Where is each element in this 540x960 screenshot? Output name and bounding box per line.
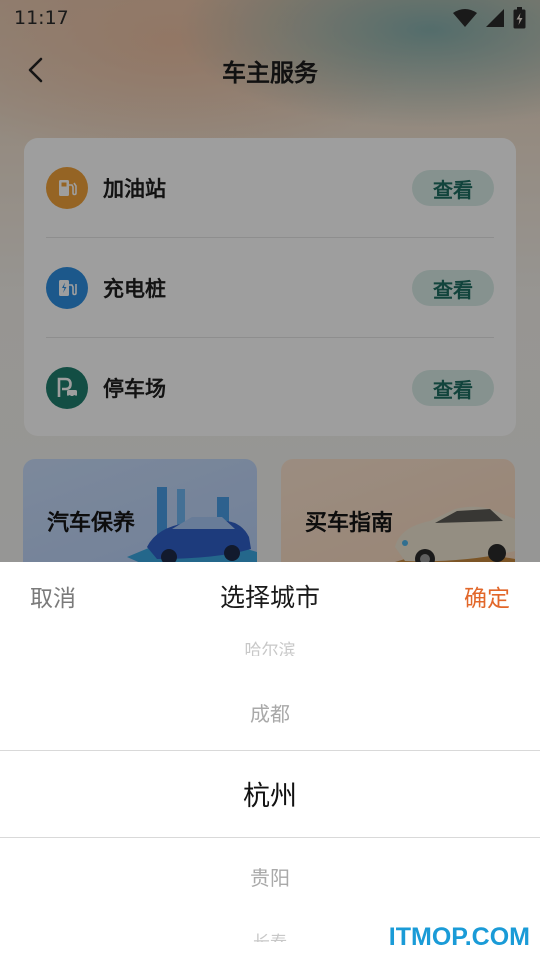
city-option[interactable]: 哈尔滨 bbox=[0, 640, 540, 656]
city-option[interactable]: 贵阳 bbox=[0, 862, 540, 891]
city-option[interactable]: 成都 bbox=[0, 698, 540, 727]
city-picker-sheet: 取消 选择城市 确定 哈尔滨 成都 杭州 贵阳 长春 bbox=[0, 562, 540, 960]
picker-title: 选择城市 bbox=[219, 583, 320, 612]
selection-line-top bbox=[0, 750, 540, 751]
city-wheel[interactable]: 哈尔滨 成都 杭州 贵阳 长春 bbox=[0, 628, 540, 960]
city-option-selected[interactable]: 杭州 bbox=[0, 774, 540, 813]
picker-header: 取消 选择城市 确定 bbox=[0, 562, 540, 628]
selection-line-bottom bbox=[0, 837, 540, 838]
watermark: ITMOP.COM bbox=[388, 923, 530, 951]
confirm-button[interactable]: 确定 bbox=[464, 579, 510, 613]
city-option-label: 哈尔滨 bbox=[244, 641, 296, 656]
